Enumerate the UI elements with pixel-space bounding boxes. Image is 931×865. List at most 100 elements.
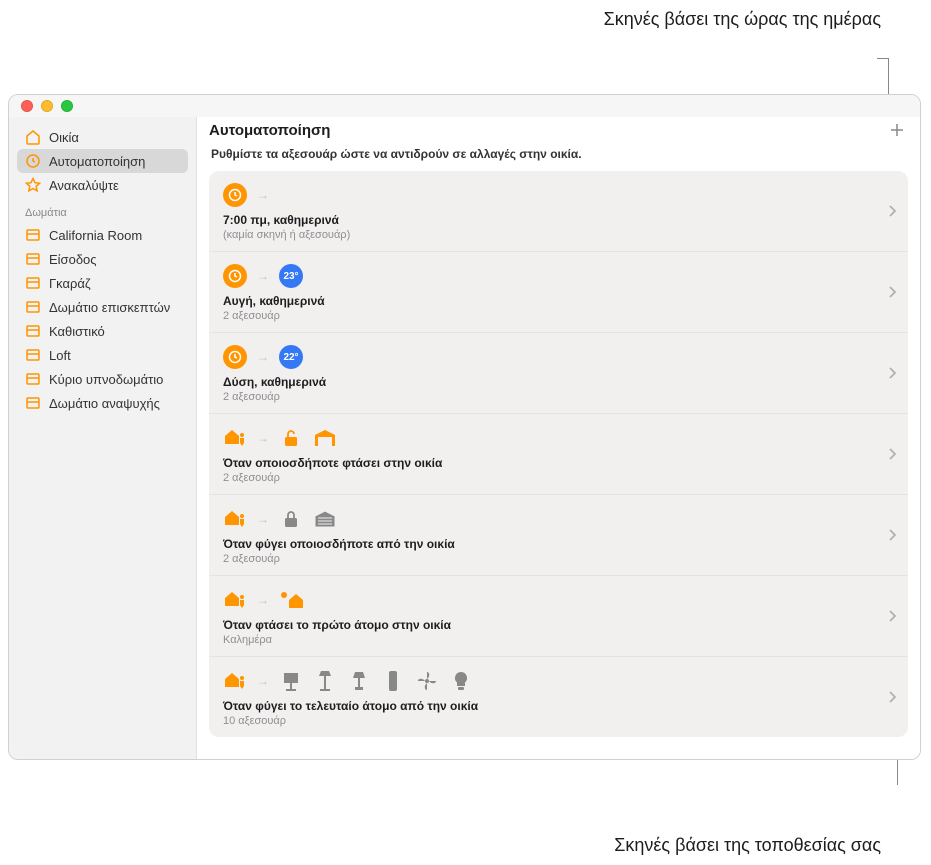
automation-row[interactable]: → Όταν οποιοσδήποτε φτάσει στην οικία 2 … xyxy=(209,414,908,495)
chevron-right-icon xyxy=(889,205,896,217)
house-sunny-icon xyxy=(279,588,303,612)
page-subtitle: Ρυθμίστε τα αξεσουάρ ώστε να αντιδρούν σ… xyxy=(197,147,920,171)
automation-icons: → xyxy=(223,505,872,533)
titlebar xyxy=(9,95,920,117)
sidebar-item-automation[interactable]: Αυτοματοποίηση xyxy=(17,149,188,173)
house-icon xyxy=(25,129,41,145)
sidebar-item-label: Αυτοματοποίηση xyxy=(49,154,145,169)
automation-title: Όταν φτάσει το πρώτο άτομο στην οικία xyxy=(223,618,872,632)
sidebar-item-label: Κύριο υπνοδωμάτιο xyxy=(49,372,163,387)
automation-subtitle: 2 αξεσουάρ xyxy=(223,310,872,322)
automation-title: Όταν φύγει οποιοσδήποτε από την οικία xyxy=(223,537,872,551)
automation-subtitle: Καλημέρα xyxy=(223,634,872,646)
sidebar-item-room[interactable]: California Room xyxy=(17,223,188,247)
automation-icons: → xyxy=(223,424,872,452)
automation-subtitle: 2 αξεσουάρ xyxy=(223,553,872,565)
close-button[interactable] xyxy=(21,100,33,112)
main-content: Αυτοματοποίηση Ρυθμίστε τα αξεσουάρ ώστε… xyxy=(197,117,920,759)
automation-title: Αυγή, καθημερινά xyxy=(223,294,872,308)
fan-icon xyxy=(415,669,439,693)
automation-icons: → xyxy=(223,586,872,614)
bulb-icon xyxy=(449,669,473,693)
sidebar-item-label: Δωμάτιο επισκεπτών xyxy=(49,300,170,315)
traffic-lights xyxy=(9,95,73,117)
automation-title: Όταν φύγει το τελευταίο άτομο από την οι… xyxy=(223,699,872,713)
automation-title: Δύση, καθημερινά xyxy=(223,375,872,389)
annotation-time-scenes: Σκηνές βάσει της ώρας της ημέρας xyxy=(604,8,881,31)
chevron-right-icon xyxy=(889,691,896,703)
room-icon xyxy=(25,395,41,411)
table-lamp-icon xyxy=(347,669,371,693)
automation-subtitle: (καμία σκηνή ή αξεσουάρ) xyxy=(223,229,872,241)
sidebar-item-room[interactable]: Loft xyxy=(17,343,188,367)
chevron-right-icon xyxy=(889,286,896,298)
sidebar-item-room[interactable]: Δωμάτιο επισκεπτών xyxy=(17,295,188,319)
clock-icon xyxy=(223,264,247,288)
automation-title: 7:00 πμ, καθημερινά xyxy=(223,213,872,227)
sidebar-item-discover[interactable]: Ανακαλύψτε xyxy=(17,173,188,197)
automation-icon xyxy=(25,153,41,169)
thermostat-icon: 22° xyxy=(279,345,303,369)
room-icon xyxy=(25,371,41,387)
chevron-right-icon xyxy=(889,529,896,541)
sidebar-item-home[interactable]: Οικία xyxy=(17,125,188,149)
lock-icon xyxy=(279,507,303,531)
app-window: Οικία Αυτοματοποίηση Ανακαλύψτε Δωμάτια xyxy=(8,94,921,760)
sidebar-item-room[interactable]: Καθιστικό xyxy=(17,319,188,343)
automation-list: → 7:00 πμ, καθημερινά (καμία σκηνή ή αξε… xyxy=(209,171,908,737)
clock-icon xyxy=(223,345,247,369)
automation-subtitle: 10 αξεσουάρ xyxy=(223,715,872,727)
house-leave-icon xyxy=(223,669,247,693)
remote-icon xyxy=(381,669,405,693)
automation-row[interactable]: → Όταν φύγει οποιοσδήποτε από την οικία … xyxy=(209,495,908,576)
sidebar-item-label: Καθιστικό xyxy=(49,324,105,339)
chevron-right-icon xyxy=(889,367,896,379)
room-icon xyxy=(25,347,41,363)
house-arrive-icon xyxy=(223,426,247,450)
automation-row[interactable]: → 23° Αυγή, καθημερινά 2 αξεσουάρ xyxy=(209,252,908,333)
automation-subtitle: 2 αξεσουάρ xyxy=(223,472,872,484)
clock-icon xyxy=(223,183,247,207)
arrow-icon: → xyxy=(257,189,269,201)
minimize-button[interactable] xyxy=(41,100,53,112)
automation-row[interactable]: → 7:00 πμ, καθημερινά (καμία σκηνή ή αξε… xyxy=(209,171,908,252)
automation-title: Όταν οποιοσδήποτε φτάσει στην οικία xyxy=(223,456,872,470)
thermostat-icon: 23° xyxy=(279,264,303,288)
sidebar-item-room[interactable]: Γκαράζ xyxy=(17,271,188,295)
automation-subtitle: 2 αξεσουάρ xyxy=(223,391,872,403)
automation-icons: → 23° xyxy=(223,262,872,290)
sidebar-item-room[interactable]: Είσοδος xyxy=(17,247,188,271)
automation-icons: → xyxy=(223,667,872,695)
garage-closed-icon xyxy=(313,507,337,531)
room-icon xyxy=(25,299,41,315)
add-button[interactable] xyxy=(886,119,908,141)
sidebar: Οικία Αυτοματοποίηση Ανακαλύψτε Δωμάτια xyxy=(9,117,197,759)
sidebar-item-label: Οικία xyxy=(49,130,79,145)
house-leave-icon xyxy=(223,507,247,531)
room-icon xyxy=(25,251,41,267)
sidebar-item-label: Ανακαλύψτε xyxy=(49,178,119,193)
automation-row[interactable]: → Όταν φτάσει το πρώτο άτομο στην οικία … xyxy=(209,576,908,657)
room-icon xyxy=(25,275,41,291)
automation-row[interactable]: → 22° Δύση, καθημερινά 2 αξεσουάρ xyxy=(209,333,908,414)
sidebar-item-label: Είσοδος xyxy=(49,252,97,267)
star-icon xyxy=(25,177,41,193)
automation-row[interactable]: → Όταν φύγει το τελευταίο άτομο από την … xyxy=(209,657,908,737)
sidebar-item-room[interactable]: Δωμάτιο αναψυχής xyxy=(17,391,188,415)
room-icon xyxy=(25,323,41,339)
sidebar-item-label: Δωμάτιο αναψυχής xyxy=(49,396,160,411)
chevron-right-icon xyxy=(889,448,896,460)
arrow-icon: → xyxy=(257,513,269,525)
automation-icons: → 22° xyxy=(223,343,872,371)
arrow-icon: → xyxy=(257,351,269,363)
sidebar-item-label: California Room xyxy=(49,228,142,243)
room-icon xyxy=(25,227,41,243)
sidebar-item-room[interactable]: Κύριο υπνοδωμάτιο xyxy=(17,367,188,391)
maximize-button[interactable] xyxy=(61,100,73,112)
garage-open-icon xyxy=(313,426,337,450)
sidebar-section-rooms: Δωμάτια xyxy=(17,197,188,223)
house-arrive-icon xyxy=(223,588,247,612)
automation-icons: → xyxy=(223,181,872,209)
arrow-icon: → xyxy=(257,270,269,282)
screen-icon xyxy=(279,669,303,693)
